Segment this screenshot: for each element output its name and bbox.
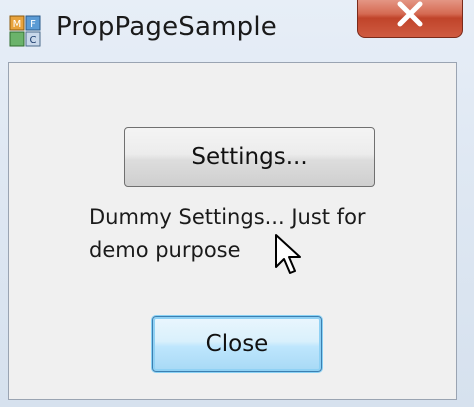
svg-text:M: M — [13, 19, 22, 30]
description-text: Dummy Settings... Just for demo purpose — [89, 205, 366, 262]
dialog-window: M F C PropPageSample Settings... Dummy S… — [0, 0, 474, 407]
dialog-client-area: Settings... Dummy Settings... Just for d… — [8, 62, 457, 400]
mouse-cursor-icon — [275, 234, 301, 274]
settings-button[interactable]: Settings... — [124, 127, 375, 187]
close-icon — [397, 1, 423, 27]
window-close-button[interactable] — [357, 0, 463, 38]
svg-text:F: F — [30, 19, 36, 30]
svg-text:C: C — [30, 35, 37, 46]
title-bar[interactable]: M F C PropPageSample — [0, 0, 474, 60]
close-button[interactable]: Close — [152, 316, 322, 372]
window-title: PropPageSample — [56, 12, 277, 42]
app-icon: M F C — [8, 14, 42, 48]
